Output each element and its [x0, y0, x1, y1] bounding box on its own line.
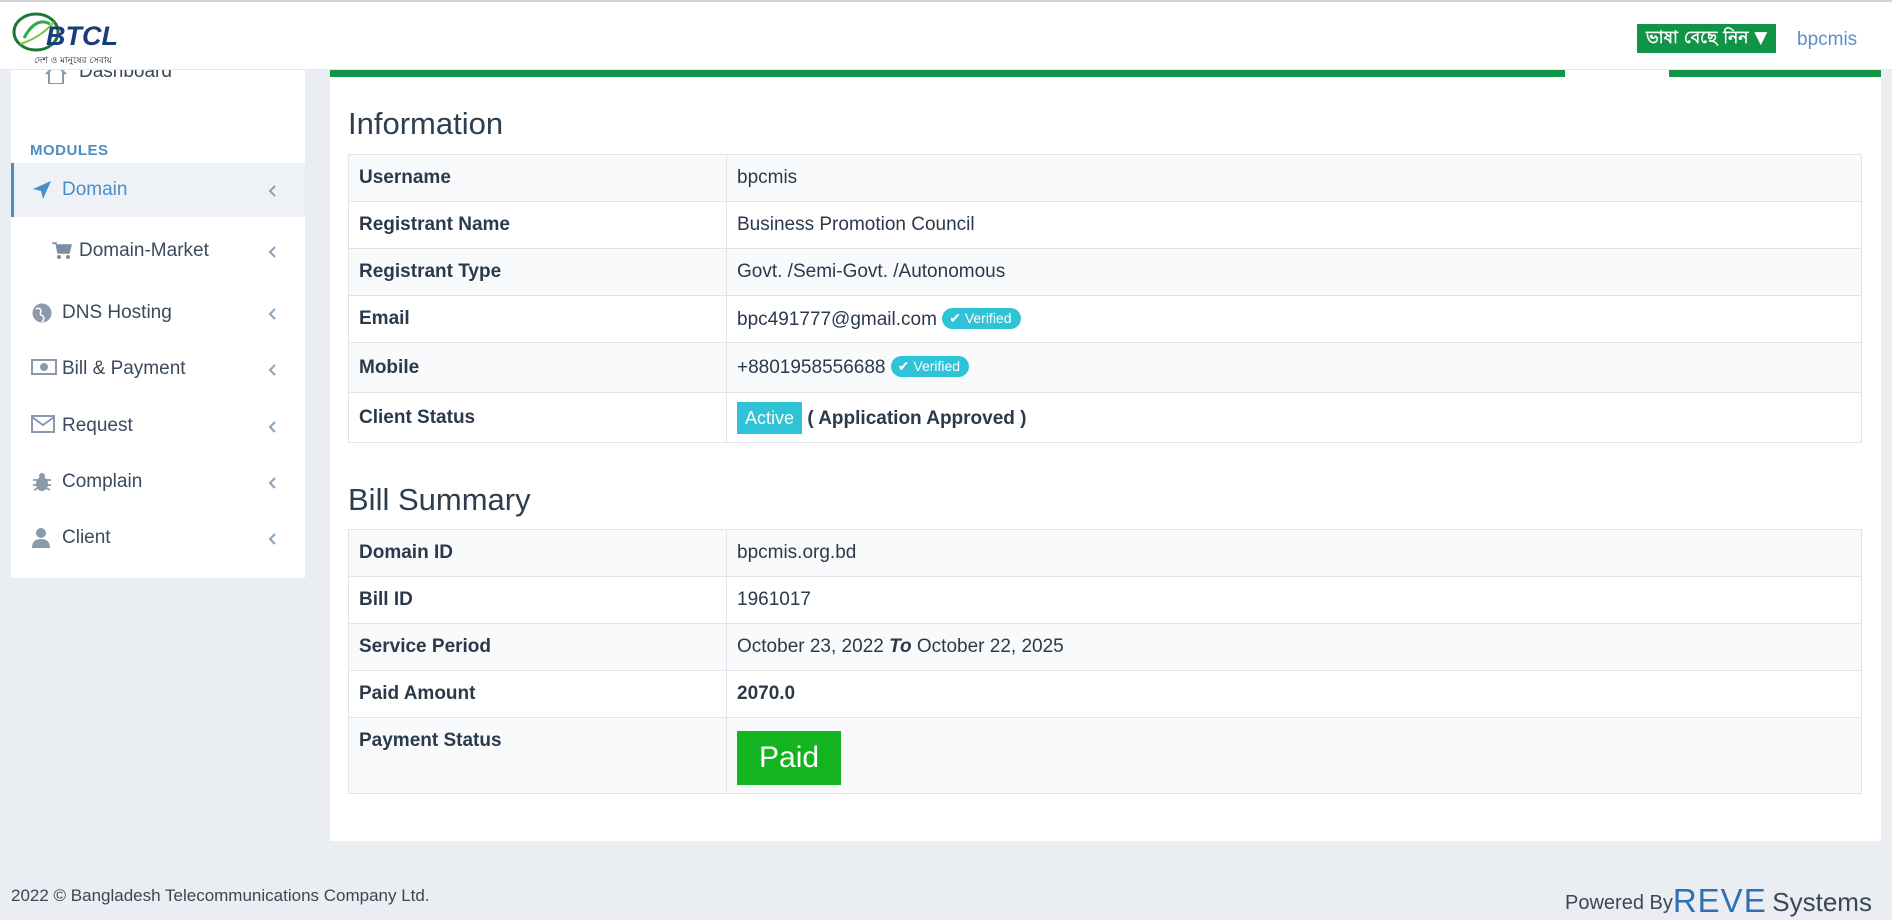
sidebar-item-complain[interactable]: Complain	[11, 455, 305, 509]
top-header: BTCL দেশ ও মানুষের সেবায় ভাষা বেছে নিন …	[0, 0, 1892, 70]
chevron-left-icon	[267, 243, 277, 258]
sidebar-item-bill-payment[interactable]: Bill & Payment	[11, 342, 305, 396]
table-row: Bill ID 1961017	[348, 576, 1862, 624]
information-table: Username bpcmis Registrant Name Business…	[348, 154, 1862, 443]
logo-text: BTCL	[46, 21, 118, 51]
service-period-label: Service Period	[348, 623, 727, 671]
chevron-left-icon	[267, 530, 277, 545]
payment-status-cell: Paid	[726, 717, 1862, 794]
bill-summary-table: Domain ID bpcmis.org.bd Bill ID 1961017 …	[348, 529, 1862, 794]
sidebar-item-label: Domain	[62, 179, 128, 200]
table-row: Registrant Name Business Promotion Counc…	[348, 201, 1862, 249]
registrant-name-label: Registrant Name	[348, 201, 727, 249]
sidebar: Dashboard MODULES Domain Domain-Market D…	[11, 70, 305, 578]
table-row: Email bpc491777@gmail.com ✔ Verified	[348, 295, 1862, 343]
sidebar-item-label: Complain	[62, 471, 143, 492]
check-icon: ✔	[897, 358, 910, 374]
domain-id-value[interactable]: bpcmis.org.bd	[726, 529, 1862, 577]
shopping-cart-icon	[51, 240, 75, 262]
logo-tagline: দেশ ও মানুষের সেবায়	[34, 56, 113, 66]
chevron-left-icon	[267, 474, 277, 489]
sidebar-item-domain[interactable]: Domain	[11, 163, 305, 217]
mobile-value: +8801958556688	[737, 357, 886, 378]
main-content: Information Username bpcmis Registrant N…	[330, 70, 1881, 841]
mobile-verified-badge: ✔ Verified	[890, 356, 970, 377]
bill-id-label: Bill ID	[348, 576, 727, 624]
bill-summary-title: Bill Summary	[348, 482, 531, 517]
tab-underline	[330, 70, 1565, 77]
badge-label: Verified	[964, 309, 1012, 326]
sidebar-item-label: Client	[62, 527, 111, 548]
username-label: Username	[348, 154, 727, 202]
table-row: Payment Status Paid	[348, 717, 1862, 794]
registrant-name-value: Business Promotion Council	[726, 201, 1862, 249]
bug-icon	[31, 471, 55, 493]
btcl-logo[interactable]: BTCL দেশ ও মানুষের সেবায়	[10, 8, 122, 68]
reve-logo-text: REVE	[1672, 882, 1767, 919]
badge-label: Verified	[913, 358, 961, 374]
status-badge: Active	[737, 401, 803, 434]
user-icon	[31, 527, 55, 549]
registrant-type-value: Govt. /Semi-Govt. /Autonomous	[726, 248, 1862, 296]
sidebar-item-label: Dashboard	[79, 70, 172, 82]
username-value[interactable]: bpcmis	[726, 154, 1862, 202]
table-row: Domain ID bpcmis.org.bd	[348, 529, 1862, 577]
footer-copyright: 2022 © Bangladesh Telecommunications Com…	[11, 886, 430, 905]
money-bill-icon	[31, 358, 57, 380]
chevron-left-icon	[267, 418, 277, 433]
footer-powered-by[interactable]: Powered ByREVE Systems	[1565, 882, 1872, 920]
chevron-left-icon	[267, 182, 277, 197]
email-label: Email	[348, 295, 727, 343]
sidebar-item-label: Bill & Payment	[62, 358, 186, 379]
envelope-icon	[31, 415, 55, 437]
language-select-button[interactable]: ভাষা বেছে নিন ▼	[1637, 24, 1777, 53]
table-row: Paid Amount 2070.0	[348, 670, 1862, 718]
sidebar-item-label: Request	[62, 415, 133, 436]
approval-note: ( Application Approved )	[807, 407, 1027, 429]
service-period-start: October 23, 2022	[737, 636, 884, 657]
mobile-cell: +8801958556688 ✔ Verified	[726, 342, 1862, 393]
modules-heading: MODULES	[30, 142, 109, 159]
email-cell: bpc491777@gmail.com ✔ Verified	[726, 295, 1862, 343]
location-arrow-icon	[31, 179, 55, 201]
service-period-to: To	[889, 636, 912, 657]
table-row: Mobile +8801958556688 ✔ Verified	[348, 342, 1862, 393]
email-verified-badge: ✔ Verified	[942, 307, 1021, 329]
check-icon: ✔	[949, 309, 961, 326]
information-title: Information	[348, 106, 504, 141]
client-status-label: Client Status	[348, 392, 727, 443]
table-row: Client Status Active ( Application Appro…	[348, 392, 1862, 443]
sidebar-item-request[interactable]: Request	[11, 399, 305, 453]
registrant-type-label: Registrant Type	[348, 248, 727, 296]
sidebar-item-label: Domain-Market	[79, 240, 209, 261]
sidebar-item-dashboard[interactable]: Dashboard	[31, 70, 291, 84]
sidebar-item-label: DNS Hosting	[62, 302, 172, 323]
user-menu-link[interactable]: bpcmis	[1797, 29, 1857, 51]
service-period-cell: October 23, 2022 To October 22, 2025	[726, 623, 1862, 671]
service-period-end: October 22, 2025	[916, 636, 1064, 657]
powered-by-text: Powered By	[1565, 892, 1673, 914]
tab-underline	[1669, 70, 1881, 77]
chevron-left-icon	[267, 361, 277, 376]
paid-amount-value: 2070.0	[726, 670, 1862, 718]
systems-logo-text: Systems	[1772, 887, 1872, 917]
table-row: Username bpcmis	[348, 154, 1862, 202]
payment-status-label: Payment Status	[348, 717, 727, 794]
table-row: Registrant Type Govt. /Semi-Govt. /Auton…	[348, 248, 1862, 296]
globe-icon	[31, 302, 55, 324]
chevron-left-icon	[267, 305, 277, 320]
mobile-label: Mobile	[348, 342, 727, 393]
sidebar-item-dns-hosting[interactable]: DNS Hosting	[11, 286, 305, 340]
client-status-cell: Active ( Application Approved )	[726, 392, 1862, 443]
email-value: bpc491777@gmail.com	[737, 308, 937, 330]
sidebar-item-client[interactable]: Client	[11, 511, 305, 565]
table-row: Service Period October 23, 2022 To Octob…	[348, 623, 1862, 671]
domain-id-label: Domain ID	[348, 529, 727, 577]
paid-status-badge: Paid	[737, 730, 842, 785]
home-icon	[43, 70, 69, 84]
paid-amount-label: Paid Amount	[348, 670, 727, 718]
sidebar-item-domain-market[interactable]: Domain-Market	[11, 224, 305, 278]
bill-id-value[interactable]: 1961017	[726, 576, 1862, 624]
